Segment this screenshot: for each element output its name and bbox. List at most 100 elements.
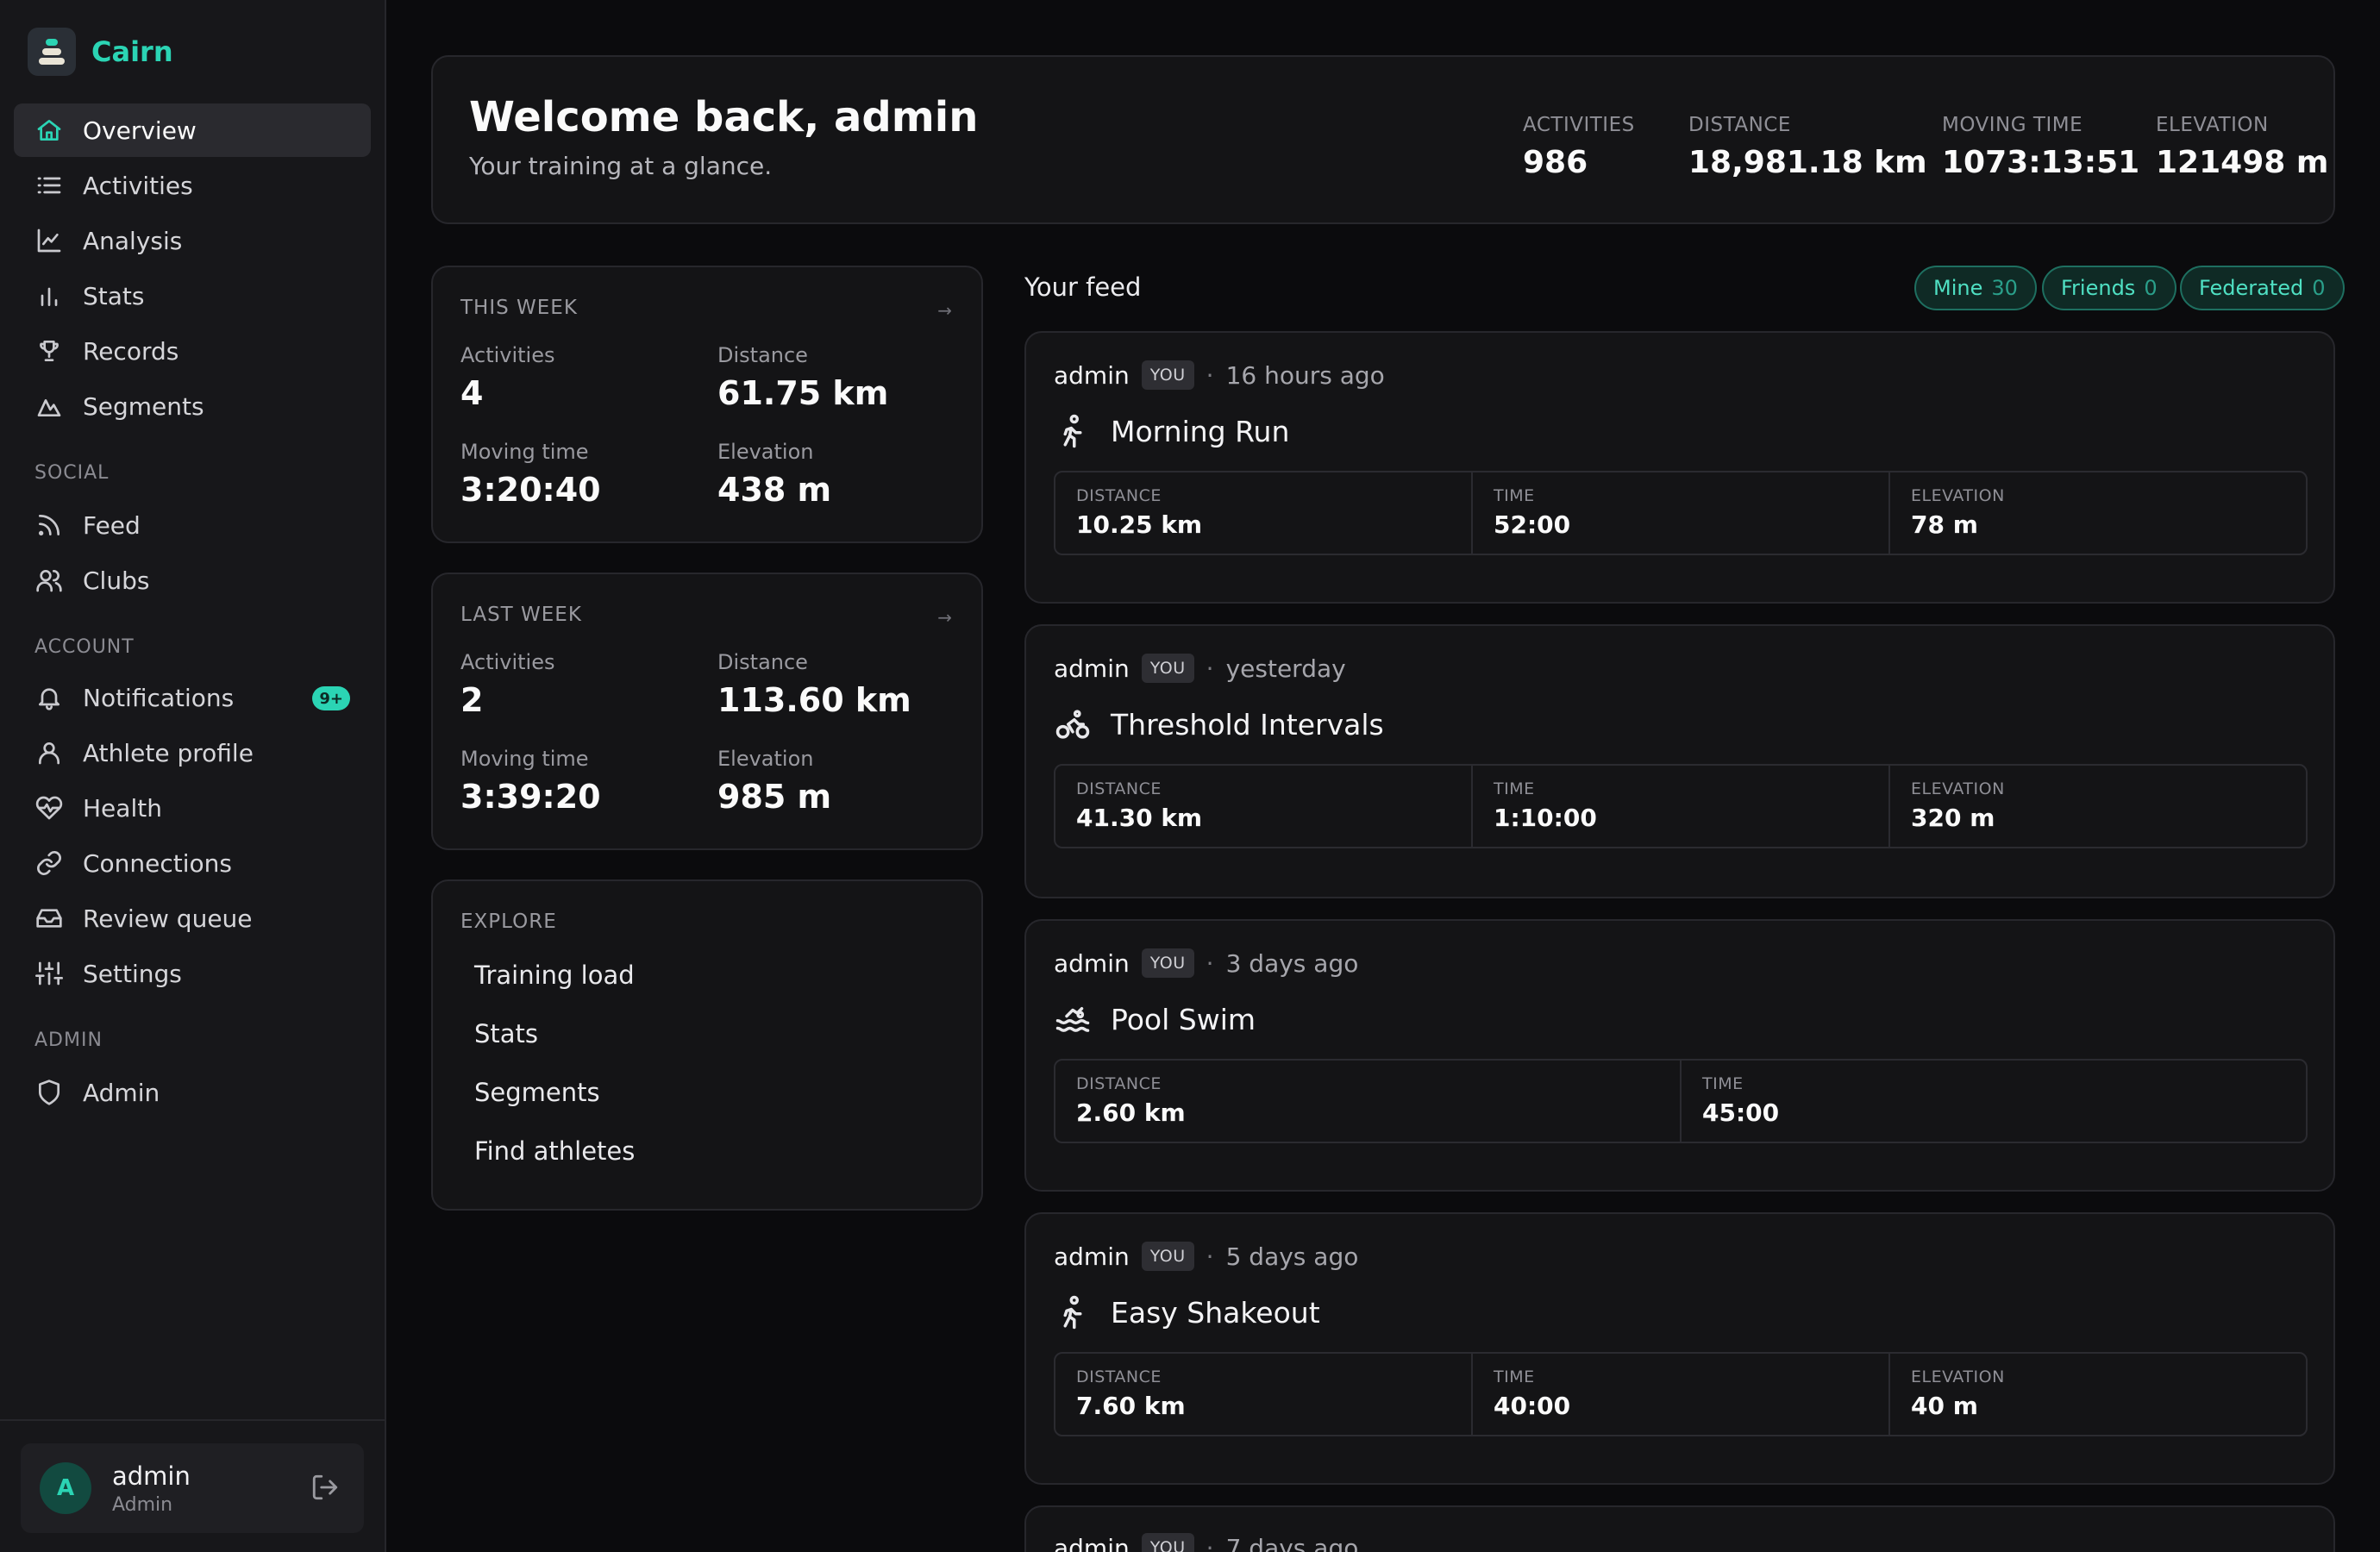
separator: · (1206, 948, 1214, 978)
sidebar-item-label: Records (83, 336, 179, 366)
post-author[interactable]: admin (1054, 1534, 1130, 1552)
metric-distance: DISTANCE 10.25 km (1055, 472, 1471, 554)
sidebar-item-label: Analysis (83, 226, 183, 255)
notifications-badge: 9+ (312, 686, 350, 710)
sidebar-item-label: Clubs (83, 566, 150, 595)
sidebar-item-label: Activities (83, 171, 193, 200)
post-author[interactable]: admin (1054, 361, 1130, 390)
this-week-card[interactable]: THIS WEEK → Activities 4 Distance 61.75 … (431, 266, 983, 543)
stat-moving-time: Moving time 3:39:20 (460, 747, 601, 816)
post-author[interactable]: admin (1054, 949, 1130, 978)
post-title[interactable]: Morning Run (1054, 412, 1289, 450)
rss-icon (34, 510, 64, 540)
post-header: admin YOU · 16 hours ago (1054, 360, 1385, 390)
nav-section-social: SOCIAL (34, 462, 110, 484)
post-header: admin YOU · 3 days ago (1054, 948, 1358, 978)
stat-value: 113.60 km (717, 681, 911, 719)
filter-count: 0 (2312, 276, 2326, 300)
post-title[interactable]: Pool Swim (1054, 1000, 1256, 1038)
post-title[interactable]: Easy Shakeout (1054, 1293, 1320, 1331)
kpi-value: 121498 m (2156, 145, 2329, 180)
filter-label: Mine (1933, 276, 1983, 300)
arrow-right-icon[interactable]: → (937, 607, 952, 628)
user-meta: admin Admin (112, 1461, 191, 1516)
separator: · (1206, 1533, 1214, 1552)
sidebar-item-analysis[interactable]: Analysis (14, 214, 371, 267)
feed-post[interactable]: admin YOU · 3 days ago Pool Swim DISTANC… (1024, 919, 2335, 1192)
sidebar-item-segments[interactable]: Segments (14, 379, 371, 433)
post-title[interactable]: Threshold Intervals (1054, 705, 1384, 743)
filter-friends[interactable]: Friends 0 (2042, 266, 2176, 310)
sidebar-item-athlete-profile[interactable]: Athlete profile (14, 726, 371, 779)
stat-value: 61.75 km (717, 374, 889, 412)
stat-label: Activities (460, 343, 555, 367)
metric-label: ELEVATION (1911, 486, 2005, 505)
post-title-text: Threshold Intervals (1111, 707, 1384, 742)
stat-activities: Activities 4 (460, 343, 555, 412)
stat-label: Distance (717, 650, 808, 674)
metric-label: TIME (1494, 779, 1535, 798)
sidebar-item-review-queue[interactable]: Review queue (14, 892, 371, 945)
explore-link-find-athletes[interactable]: Find athletes (474, 1136, 635, 1166)
last-week-card[interactable]: LAST WEEK → Activities 2 Distance 113.60… (431, 573, 983, 850)
sidebar-item-notifications[interactable]: Notifications 9+ (14, 671, 371, 724)
filter-label: Federated (2199, 276, 2304, 300)
sidebar-item-overview[interactable]: Overview (14, 103, 371, 157)
brand[interactable]: Cairn (28, 28, 173, 76)
post-time: 16 hours ago (1225, 360, 1385, 390)
bell-icon (34, 683, 64, 712)
sidebar-item-label: Settings (83, 959, 182, 988)
sidebar-item-feed[interactable]: Feed (14, 498, 371, 552)
feed-post[interactable]: admin YOU · 5 days ago Easy Shakeout DIS… (1024, 1212, 2335, 1485)
metric-time: TIME 52:00 (1471, 472, 1888, 554)
sidebar-item-health[interactable]: Health (14, 781, 371, 835)
logout-icon[interactable] (310, 1473, 340, 1502)
sidebar-item-clubs[interactable]: Clubs (14, 554, 371, 607)
stat-value: 3:20:40 (460, 471, 601, 509)
sidebar-item-stats[interactable]: Stats (14, 269, 371, 322)
sidebar-item-label: Segments (83, 391, 204, 421)
home-icon (34, 116, 64, 145)
sidebar-item-label: Notifications (83, 683, 235, 712)
sidebar-item-connections[interactable]: Connections (14, 836, 371, 890)
sidebar-item-settings[interactable]: Settings (14, 947, 371, 1000)
filter-mine[interactable]: Mine 30 (1914, 266, 2037, 310)
metric-value: 78 m (1911, 510, 1978, 539)
sidebar-item-records[interactable]: Records (14, 324, 371, 378)
metric-value: 45:00 (1702, 1098, 1780, 1127)
sidebar-item-label: Athlete profile (83, 738, 254, 767)
list-icon (34, 171, 64, 200)
separator: · (1206, 360, 1214, 390)
metric-value: 320 m (1911, 804, 1995, 832)
you-badge: YOU (1141, 654, 1194, 683)
user-card[interactable]: A admin Admin (21, 1443, 364, 1533)
sidebar-item-admin[interactable]: Admin (14, 1066, 371, 1119)
explore-link-stats[interactable]: Stats (474, 1019, 538, 1048)
bar-chart-icon (34, 281, 64, 310)
post-author[interactable]: admin (1054, 654, 1130, 683)
metric-value: 52:00 (1494, 510, 1571, 539)
sidebar-item-label: Overview (83, 116, 197, 145)
feed-post[interactable]: admin YOU · yesterday Threshold Interval… (1024, 624, 2335, 898)
post-author[interactable]: admin (1054, 1242, 1130, 1271)
explore-link-training-load[interactable]: Training load (474, 961, 635, 990)
filter-federated[interactable]: Federated 0 (2180, 266, 2345, 310)
post-header: admin YOU · 5 days ago (1054, 1242, 1358, 1271)
kpi-activities: ACTIVITIES 986 (1523, 114, 1635, 180)
sidebar-divider (0, 1419, 385, 1421)
card-heading: EXPLORE (460, 911, 557, 933)
feed-post[interactable]: admin YOU · 7 days ago (1024, 1505, 2335, 1552)
metric-elevation: ELEVATION 78 m (1888, 472, 2306, 554)
explore-link-segments[interactable]: Segments (474, 1078, 600, 1107)
metric-value: 1:10:00 (1494, 804, 1597, 832)
filter-label: Friends (2061, 276, 2136, 300)
feed-post[interactable]: admin YOU · 16 hours ago Morning Run DIS… (1024, 331, 2335, 604)
cairn-logo-icon (28, 28, 76, 76)
trophy-icon (34, 336, 64, 366)
post-header: admin YOU · yesterday (1054, 654, 1346, 683)
stat-value: 985 m (717, 778, 832, 816)
arrow-right-icon[interactable]: → (937, 300, 952, 321)
running-icon (1054, 412, 1092, 450)
sidebar-item-activities[interactable]: Activities (14, 159, 371, 212)
kpi-label: ELEVATION (2156, 114, 2269, 136)
